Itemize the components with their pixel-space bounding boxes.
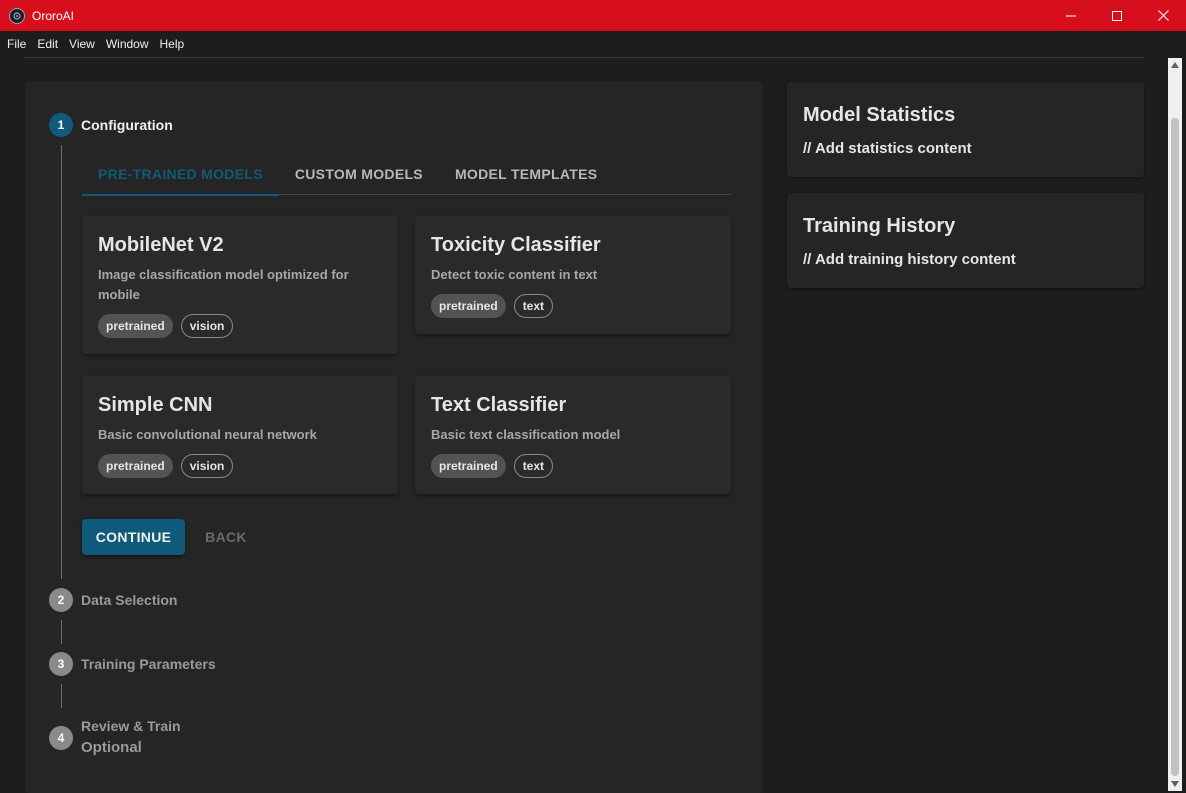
step-2-label[interactable]: Data Selection — [81, 592, 177, 608]
scroll-up-arrow-icon[interactable] — [1168, 58, 1182, 72]
maximize-icon — [1112, 10, 1122, 21]
training-history-body: // Add training history content — [803, 251, 1016, 268]
step-connector — [61, 145, 62, 579]
tag-chip: text — [513, 294, 554, 318]
close-button[interactable] — [1140, 0, 1186, 31]
close-icon — [1157, 10, 1169, 21]
model-description: Detect toxic content in text — [431, 267, 598, 282]
step-4-label[interactable]: Review & Train — [81, 718, 181, 734]
menu-window[interactable]: Window — [102, 37, 153, 51]
stepper-panel: 1 Configuration PRE-TRAINED MODELS CUSTO… — [25, 82, 763, 793]
step-1-number[interactable]: 1 — [49, 113, 73, 137]
tag-chip: pretrained — [431, 294, 506, 318]
minimize-icon — [1066, 15, 1076, 16]
menu-file[interactable]: File — [3, 37, 30, 51]
app-logo-icon — [9, 7, 25, 24]
title-bar: OroroAI — [0, 0, 1186, 31]
menu-view[interactable]: View — [65, 37, 99, 51]
model-tabs: PRE-TRAINED MODELS CUSTOM MODELS MODEL T… — [82, 153, 731, 196]
menu-bar: File Edit View Window Help — [0, 31, 1186, 57]
continue-button[interactable]: CONTINUE — [82, 519, 185, 555]
model-description: Basic text classification model — [431, 427, 621, 442]
tab-pretrained-models[interactable]: PRE-TRAINED MODELS — [82, 153, 279, 196]
model-statistics-card: Model Statistics // Add statistics conte… — [787, 82, 1144, 177]
tab-model-templates[interactable]: MODEL TEMPLATES — [439, 153, 613, 195]
model-card-simple-cnn[interactable]: Simple CNN Basic convolutional neural ne… — [82, 376, 398, 494]
model-statistics-body: // Add statistics content — [803, 140, 972, 157]
training-history-card: Training History // Add training history… — [787, 193, 1144, 288]
tag-chip: pretrained — [431, 454, 506, 478]
model-title: Simple CNN — [98, 394, 213, 416]
tab-custom-models[interactable]: CUSTOM MODELS — [279, 153, 439, 195]
tag-chip: vision — [180, 454, 234, 478]
tag-chip: text — [513, 454, 554, 478]
divider — [24, 57, 1144, 58]
step-connector — [61, 684, 62, 708]
menu-edit[interactable]: Edit — [33, 37, 62, 51]
model-title: Toxicity Classifier — [431, 234, 601, 256]
tag-chip: pretrained — [98, 454, 173, 478]
tag-chip: vision — [180, 314, 234, 338]
vertical-scrollbar[interactable] — [1168, 58, 1182, 791]
model-description: Basic convolutional neural network — [98, 427, 317, 442]
model-title: Text Classifier — [431, 394, 567, 416]
back-button[interactable]: BACK — [191, 519, 261, 555]
model-title: MobileNet V2 — [98, 234, 224, 256]
step-3-number[interactable]: 3 — [49, 652, 73, 676]
model-statistics-title: Model Statistics — [803, 104, 956, 126]
minimize-button[interactable] — [1048, 0, 1094, 31]
scroll-down-arrow-icon[interactable] — [1168, 777, 1182, 791]
scroll-thumb[interactable] — [1171, 118, 1179, 776]
step-4-optional-label: Optional — [81, 739, 142, 756]
training-history-title: Training History — [803, 215, 956, 237]
model-card-text-classifier[interactable]: Text Classifier Basic text classificatio… — [415, 376, 731, 494]
model-card-toxicity-classifier[interactable]: Toxicity Classifier Detect toxic content… — [415, 216, 731, 334]
tag-chip: pretrained — [98, 314, 173, 338]
model-description: Image classification model optimized for… — [98, 267, 349, 302]
step-4-number[interactable]: 4 — [49, 726, 73, 750]
step-1-label[interactable]: Configuration — [81, 117, 173, 133]
step-connector — [61, 620, 62, 644]
step-2-number[interactable]: 2 — [49, 588, 73, 612]
step-3-label[interactable]: Training Parameters — [81, 656, 216, 672]
model-card-mobilenet-v2[interactable]: MobileNet V2 Image classification model … — [82, 216, 398, 354]
menu-help[interactable]: Help — [156, 37, 189, 51]
window-title: OroroAI — [32, 8, 75, 23]
maximize-button[interactable] — [1094, 0, 1140, 31]
